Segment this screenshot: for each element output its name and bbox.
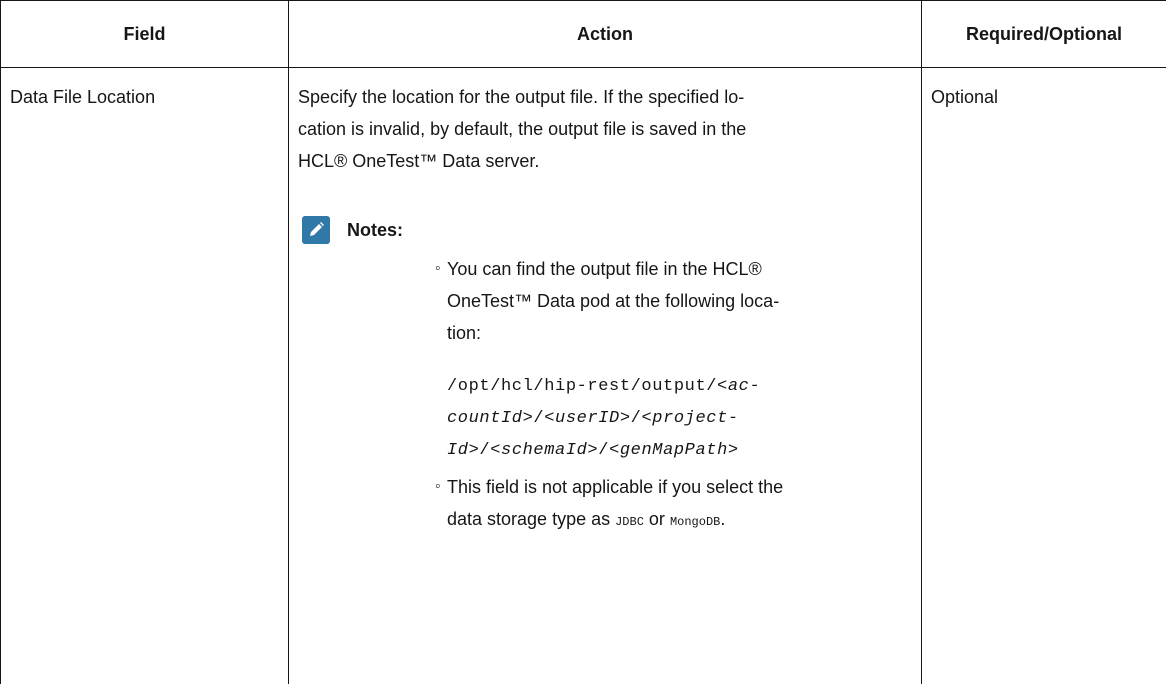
header-field: Field bbox=[0, 0, 289, 68]
description-line-1: Specify the location for the output file… bbox=[298, 87, 745, 107]
path-line: Id>/<schemaId>/<genMapPath> bbox=[447, 441, 739, 460]
description-line-2: cation is invalid, by default, the outpu… bbox=[298, 119, 747, 139]
options-table: Field Action Required/Optional Data File… bbox=[0, 0, 1166, 684]
jdbc-code: JDBC bbox=[615, 515, 644, 529]
note-line: tion: bbox=[447, 323, 482, 343]
bullet-icon: ◦ bbox=[435, 260, 441, 277]
description-line-3: HCL® OneTest™ Data server. bbox=[298, 151, 540, 171]
table-row: Data File Location Specify the location … bbox=[0, 67, 1166, 684]
notes-label: Notes: bbox=[347, 220, 404, 240]
list-item: ◦ You can find the output file in the HC… bbox=[435, 253, 913, 467]
output-path: /opt/hcl/hip-rest/output/<ac- countId>/<… bbox=[447, 371, 913, 467]
path-line: /opt/hcl/hip-rest/output/<ac- bbox=[447, 377, 761, 396]
path-line: countId>/<userID>/<project- bbox=[447, 409, 739, 428]
required-cell: Optional bbox=[921, 67, 1166, 684]
header-required-optional: Required/Optional bbox=[921, 0, 1166, 68]
notes-header: Notes: bbox=[302, 213, 913, 247]
pencil-note-icon bbox=[302, 216, 330, 244]
field-cell: Data File Location bbox=[0, 67, 289, 684]
note-line: This field is not applicable if you sele… bbox=[447, 477, 784, 497]
field-name: Data File Location bbox=[10, 87, 156, 107]
list-item: ◦ This field is not applicable if you se… bbox=[435, 471, 913, 538]
notes-list: ◦ You can find the output file in the HC… bbox=[298, 253, 913, 538]
required-value: Optional bbox=[931, 87, 999, 107]
bullet-icon: ◦ bbox=[435, 478, 441, 495]
action-description: Specify the location for the output file… bbox=[289, 68, 921, 538]
note-line: You can find the output file in the HCL® bbox=[447, 259, 762, 279]
table-header-row: Field Action Required/Optional bbox=[0, 0, 1166, 68]
mongodb-code: MongoDB bbox=[669, 515, 721, 529]
note-line: data storage type as JDBC or MongoDB. bbox=[447, 509, 726, 529]
action-cell: Specify the location for the output file… bbox=[288, 67, 922, 684]
note-line: OneTest™ Data pod at the following loca- bbox=[447, 291, 780, 311]
header-action: Action bbox=[288, 0, 922, 68]
